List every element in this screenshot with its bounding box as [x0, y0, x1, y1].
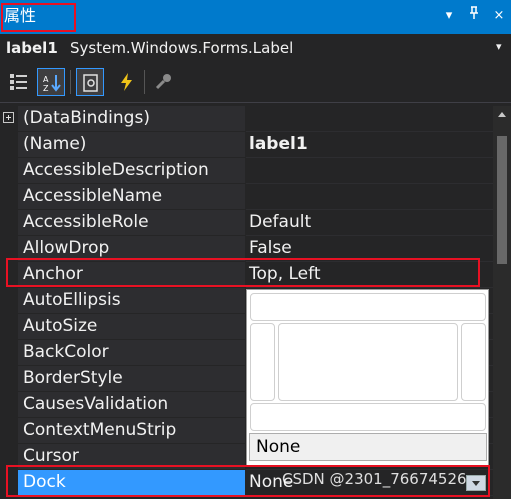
toolbar-separator — [144, 70, 145, 94]
properties-icon[interactable] — [76, 68, 104, 96]
scroll-up-icon[interactable] — [498, 112, 506, 117]
events-icon[interactable] — [113, 68, 141, 96]
property-row[interactable]: AccessibleDescription — [0, 158, 493, 184]
property-name: BorderStyle — [23, 368, 123, 388]
property-name: AutoSize — [23, 316, 98, 336]
close-icon[interactable]: × — [490, 6, 508, 26]
title-bar: 属性 ▾ × — [0, 0, 511, 34]
chevron-down-icon[interactable]: ▾ — [496, 40, 502, 53]
object-type: System.Windows.Forms.Label — [70, 39, 294, 57]
window-options-icon[interactable]: ▾ — [440, 6, 458, 26]
alphabetical-icon[interactable]: A Z — [37, 68, 65, 96]
property-name: Anchor — [23, 264, 83, 284]
property-row[interactable]: (DataBindings) — [0, 106, 493, 132]
property-name: Cursor — [23, 446, 79, 466]
property-value: Top, Left — [249, 264, 321, 284]
property-value: label1 — [249, 134, 308, 154]
property-name: ContextMenuStrip — [23, 420, 177, 440]
dock-dropdown-button[interactable] — [466, 475, 486, 491]
property-name: Dock — [23, 472, 66, 492]
property-row[interactable]: AllowDrop False — [0, 236, 493, 262]
property-row[interactable]: AccessibleName — [0, 184, 493, 210]
property-name: (DataBindings) — [23, 108, 150, 128]
anchor-right-toggle[interactable] — [461, 323, 486, 401]
property-row[interactable]: (Name) label1 — [0, 132, 493, 158]
wrench-icon[interactable] — [150, 68, 178, 96]
property-value: False — [249, 238, 292, 258]
object-selector[interactable]: label1 System.Windows.Forms.Label ▾ — [0, 34, 511, 62]
property-row[interactable]: AccessibleRole Default — [0, 210, 493, 236]
anchor-editor-dropdown: None — [246, 289, 489, 466]
property-name: AccessibleRole — [23, 212, 149, 232]
anchor-left-toggle[interactable] — [250, 323, 275, 401]
property-name: AutoEllipsis — [23, 290, 121, 310]
property-name: AccessibleDescription — [23, 160, 209, 180]
property-name: CausesValidation — [23, 394, 169, 414]
anchor-control-preview — [278, 323, 458, 401]
vertical-scrollbar[interactable] — [493, 106, 511, 499]
svg-text:Z: Z — [43, 84, 49, 93]
categorized-icon[interactable] — [5, 68, 33, 96]
property-value: Default — [249, 212, 312, 232]
anchor-top-toggle[interactable] — [250, 293, 486, 321]
expand-plus-icon[interactable] — [3, 112, 14, 123]
title-highlight-box — [1, 3, 76, 32]
anchor-bottom-toggle[interactable] — [250, 403, 486, 431]
property-name: AccessibleName — [23, 186, 163, 206]
property-name: (Name) — [23, 134, 87, 154]
pin-icon[interactable] — [465, 6, 483, 26]
toolbar-separator — [70, 70, 71, 94]
property-name: BackColor — [23, 342, 109, 362]
property-name: AllowDrop — [23, 238, 110, 258]
anchor-none-label: None — [256, 437, 301, 457]
watermark: CSDN @2301_76674526 — [282, 470, 467, 488]
property-row-anchor[interactable]: Anchor Top, Left — [0, 262, 493, 288]
object-name: label1 — [6, 39, 58, 57]
properties-toolbar: A Z — [0, 62, 511, 103]
svg-text:A: A — [43, 75, 49, 84]
scrollbar-thumb[interactable] — [497, 136, 507, 264]
anchor-none-button[interactable]: None — [249, 433, 487, 461]
